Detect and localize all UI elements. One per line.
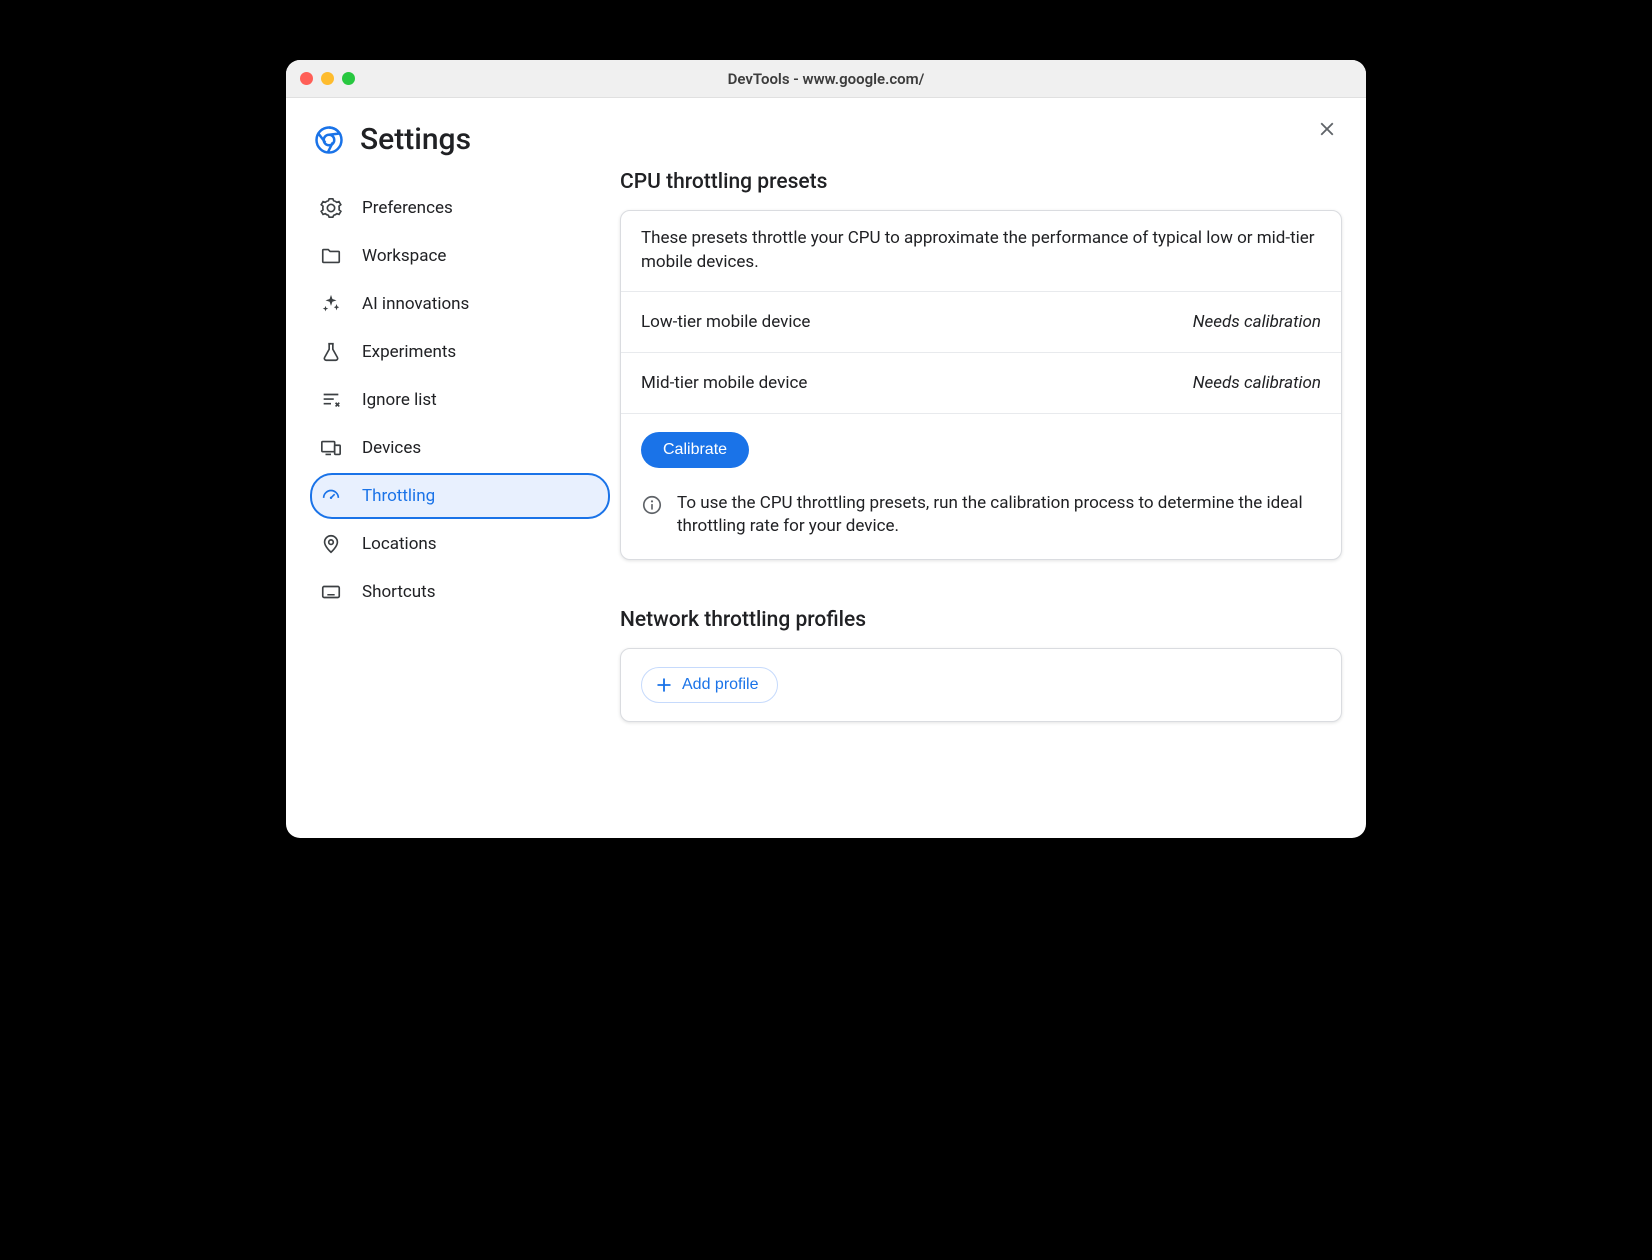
sidebar-item-label: Experiments — [362, 342, 456, 362]
settings-main: CPU throttling presets These presets thr… — [610, 122, 1342, 798]
sidebar-item-label: Throttling — [362, 486, 435, 506]
keyboard-icon — [320, 581, 342, 603]
close-icon — [1316, 118, 1338, 140]
sidebar-item-label: Preferences — [362, 198, 453, 218]
settings-header: Settings — [310, 122, 610, 157]
sparkle-icon — [320, 293, 342, 315]
devices-icon — [320, 437, 342, 459]
info-icon — [641, 494, 663, 516]
settings-nav: Preferences Workspace AI innovations — [310, 185, 610, 615]
network-throttling-card: Add profile — [620, 648, 1342, 722]
window-zoom-button[interactable] — [342, 72, 355, 85]
cpu-info-row: To use the CPU throttling presets, run t… — [621, 478, 1341, 560]
filter-remove-icon — [320, 389, 342, 411]
add-profile-label: Add profile — [682, 676, 759, 694]
sidebar-item-label: Workspace — [362, 246, 446, 266]
window-title: DevTools - www.google.com/ — [286, 70, 1366, 88]
gear-icon — [320, 197, 342, 219]
devtools-window: DevTools - www.google.com/ Settings — [286, 60, 1366, 838]
cpu-throttling-description: These presets throttle your CPU to appro… — [621, 211, 1341, 291]
sidebar-item-label: Devices — [362, 438, 421, 458]
preset-row-mid-tier: Mid-tier mobile device Needs calibration — [621, 352, 1341, 413]
location-pin-icon — [320, 533, 342, 555]
preset-status: Needs calibration — [1193, 312, 1321, 332]
sidebar-item-locations[interactable]: Locations — [310, 521, 610, 567]
sidebar-item-devices[interactable]: Devices — [310, 425, 610, 471]
network-throttling-title: Network throttling profiles — [620, 608, 1342, 632]
flask-icon — [320, 341, 342, 363]
sidebar-item-throttling[interactable]: Throttling — [310, 473, 610, 519]
sidebar-item-label: Shortcuts — [362, 582, 436, 602]
cpu-throttling-card: These presets throttle your CPU to appro… — [620, 210, 1342, 560]
add-profile-button[interactable]: Add profile — [641, 667, 778, 703]
speedometer-icon — [320, 485, 342, 507]
sidebar-item-ignore-list[interactable]: Ignore list — [310, 377, 610, 423]
settings-sidebar: Settings Preferences Workspace — [310, 122, 610, 798]
preset-name: Mid-tier mobile device — [641, 373, 807, 393]
devtools-icon — [314, 125, 344, 155]
settings-content: Settings Preferences Workspace — [286, 98, 1366, 838]
window-titlebar: DevTools - www.google.com/ — [286, 60, 1366, 98]
cpu-throttling-title: CPU throttling presets — [620, 170, 1342, 194]
calibrate-button[interactable]: Calibrate — [641, 432, 749, 468]
sidebar-item-label: Locations — [362, 534, 437, 554]
sidebar-item-shortcuts[interactable]: Shortcuts — [310, 569, 610, 615]
page-title: Settings — [360, 122, 471, 157]
cpu-info-text: To use the CPU throttling presets, run t… — [677, 492, 1321, 540]
sidebar-item-workspace[interactable]: Workspace — [310, 233, 610, 279]
window-close-button[interactable] — [300, 72, 313, 85]
sidebar-item-preferences[interactable]: Preferences — [310, 185, 610, 231]
sidebar-item-label: AI innovations — [362, 294, 469, 314]
window-minimize-button[interactable] — [321, 72, 334, 85]
close-button[interactable] — [1316, 118, 1338, 144]
folder-icon — [320, 245, 342, 267]
preset-name: Low-tier mobile device — [641, 312, 810, 332]
sidebar-item-experiments[interactable]: Experiments — [310, 329, 610, 375]
plus-icon — [654, 675, 674, 695]
sidebar-item-label: Ignore list — [362, 390, 437, 410]
preset-status: Needs calibration — [1193, 373, 1321, 393]
sidebar-item-ai-innovations[interactable]: AI innovations — [310, 281, 610, 327]
traffic-lights — [286, 72, 355, 85]
cpu-card-actions: Calibrate — [621, 413, 1341, 478]
preset-row-low-tier: Low-tier mobile device Needs calibration — [621, 291, 1341, 352]
